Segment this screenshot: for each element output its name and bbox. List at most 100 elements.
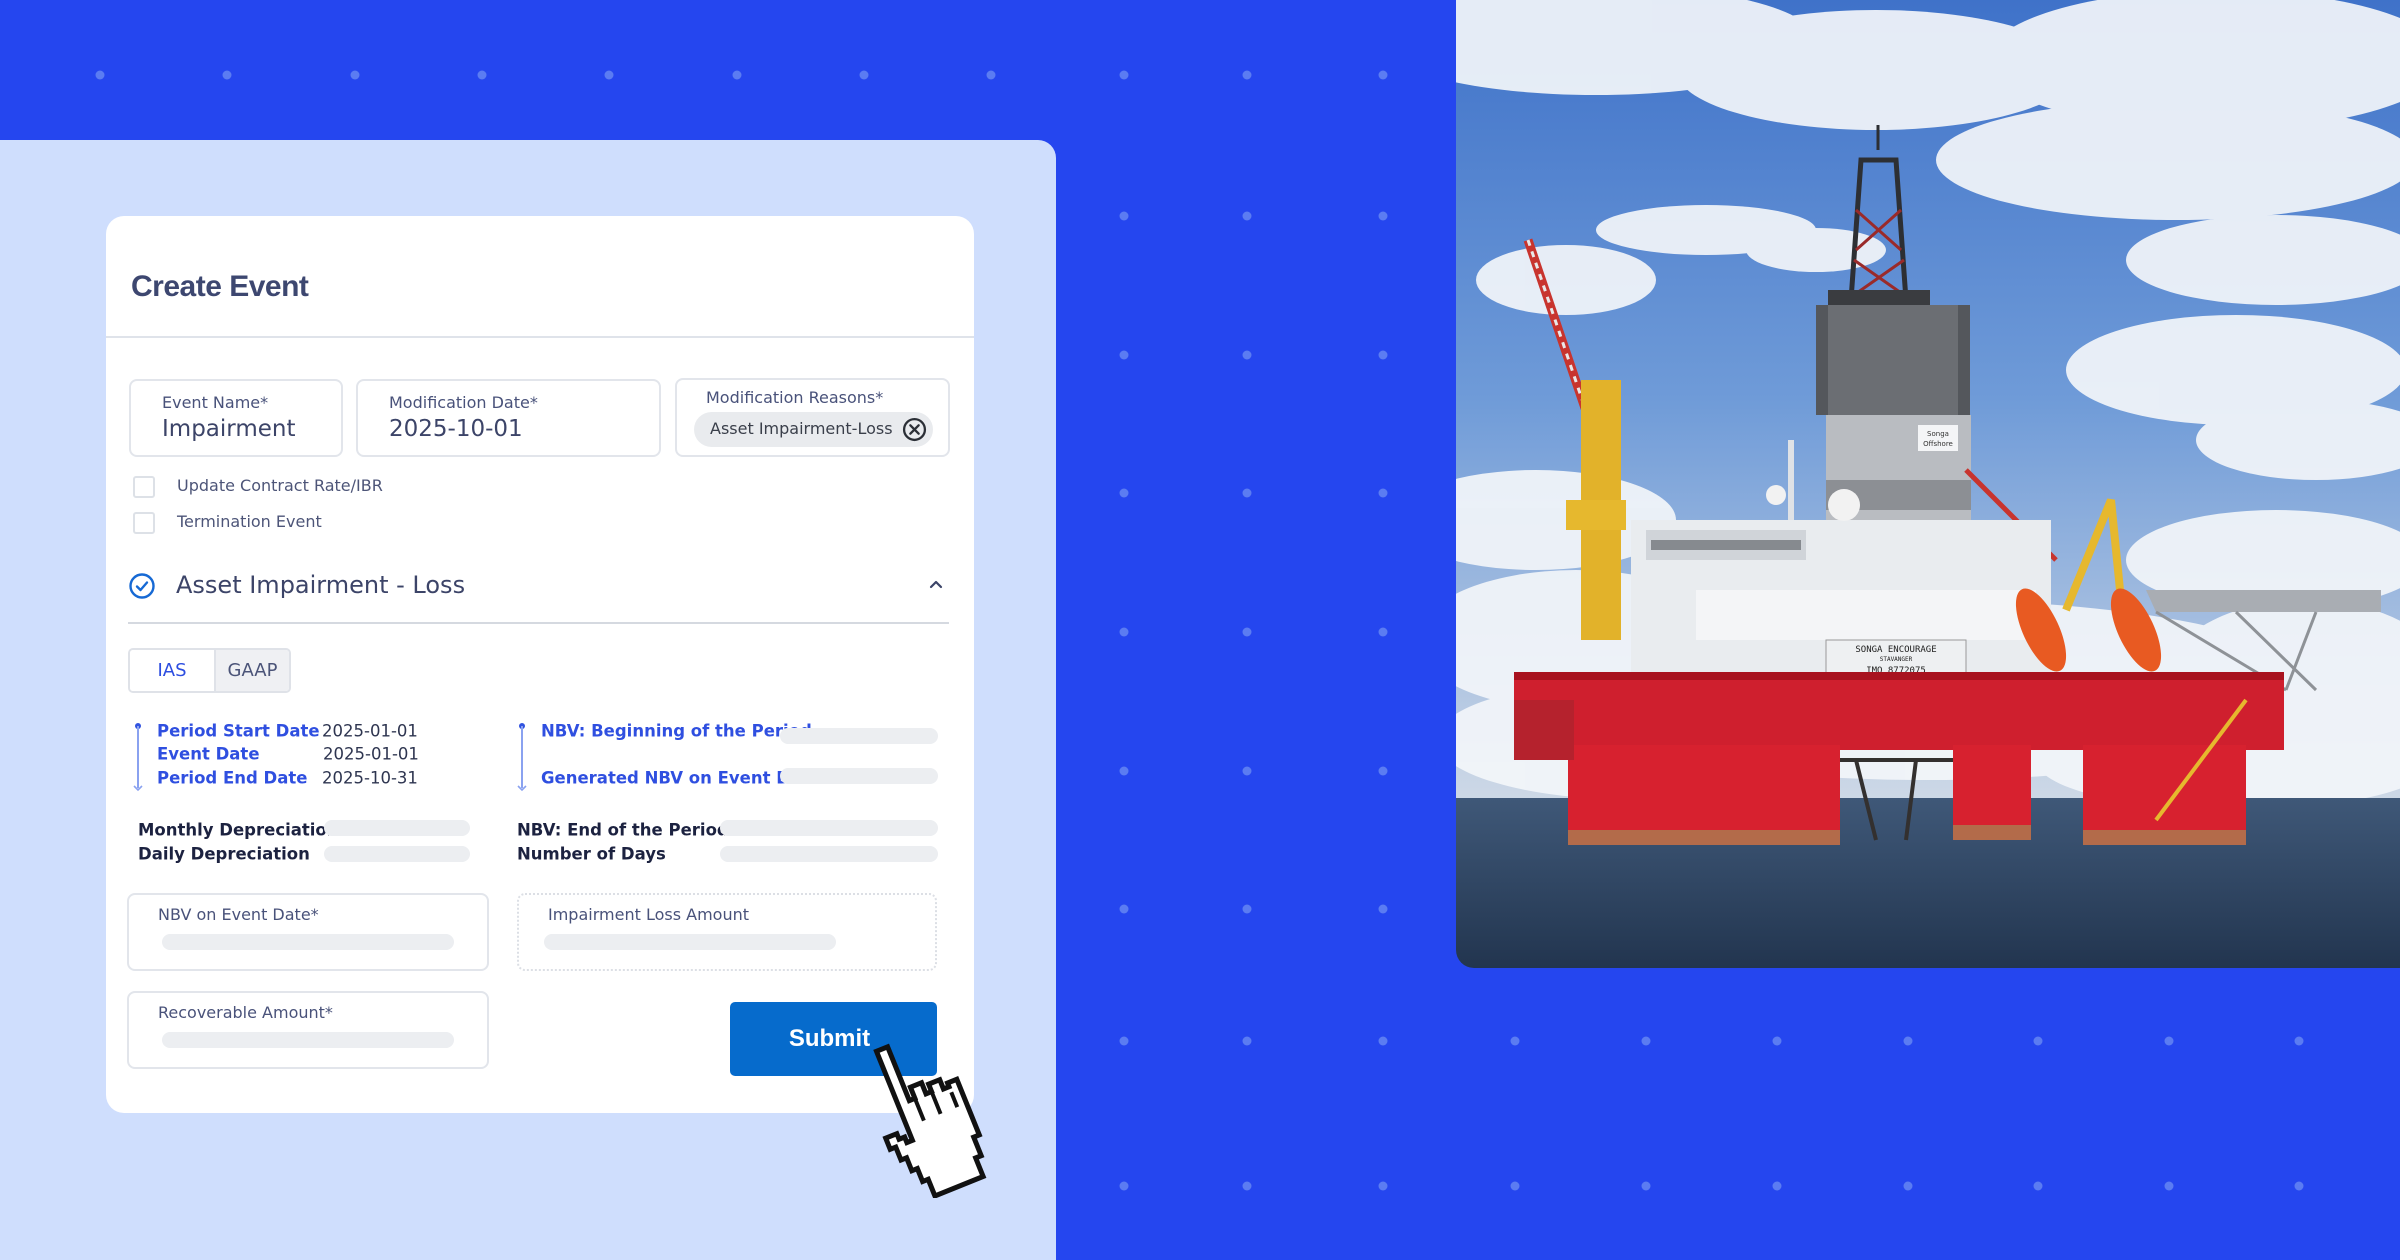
daily-depreciation-placeholder [324,846,470,862]
nbv-end-placeholder [720,820,938,836]
background-dot [95,70,105,80]
event-date-value: 2025-01-01 [323,744,419,764]
period-start-date-value: 2025-01-01 [322,721,418,741]
chevron-up-icon[interactable] [928,578,944,590]
nbv-on-event-date-input[interactable] [162,934,454,950]
background-dot [732,70,742,80]
background-dot [2033,1181,2043,1191]
modification-date-label: Modification Date* [389,393,538,412]
offshore-rig-photo: Songa Offshore SONGA ENCOURAGE STAVANGER… [1456,0,2400,968]
background-dot [350,70,360,80]
background-dot [1119,904,1129,914]
reason-chip-label: Asset Impairment-Loss [710,419,893,438]
hull-text-port: STAVANGER [1880,656,1913,663]
period-start-date-label: Period Start Date [157,721,320,741]
modification-reasons-label: Modification Reasons* [706,388,884,407]
tower-logo-line1: Songa [1927,430,1949,438]
background-dot [1378,766,1388,776]
event-name-value: Impairment [162,416,296,442]
background-dot [1242,1036,1252,1046]
create-event-card: Create Event Event Name* Impairment Modi… [106,216,974,1113]
hull-text-name: SONGA ENCOURAGE [1855,645,1936,655]
modification-date-field[interactable]: Modification Date* 2025-10-01 [356,379,661,457]
page-title: Create Event [131,270,309,303]
update-contract-rate-label: Update Contract Rate/IBR [177,476,383,495]
background-dot [1119,70,1129,80]
background-dot [1772,1036,1782,1046]
background-dot [1378,1181,1388,1191]
background-dot [1119,1181,1129,1191]
tab-ias[interactable]: IAS [130,650,216,691]
section-divider [128,622,949,624]
arrow-down-icon [133,785,143,792]
background-dot [604,70,614,80]
section-title: Asset Impairment - Loss [176,571,466,599]
recoverable-amount-field[interactable]: Recoverable Amount* [127,991,489,1069]
rig-illustration: Songa Offshore SONGA ENCOURAGE STAVANGER… [1456,0,2400,968]
background-dot [1119,211,1129,221]
background-dot [1378,70,1388,80]
nbv-end-label: NBV: End of the Period [517,820,729,840]
background-dot [1119,627,1129,637]
background-dot [1119,488,1129,498]
background-dot [1378,904,1388,914]
background-dot [1641,1036,1651,1046]
background-dot [1903,1181,1913,1191]
tower-logo-line2: Offshore [1923,440,1953,448]
background-dot [1378,488,1388,498]
background-dot [1242,904,1252,914]
monthly-depreciation-placeholder [324,820,470,836]
background-dot [859,70,869,80]
background-dot [1242,488,1252,498]
hand-pointer-icon [873,1043,987,1198]
impairment-loss-amount-value [544,934,836,950]
nbv-beginning-label: NBV: Beginning of the Period [541,721,812,741]
recoverable-amount-label: Recoverable Amount* [158,1003,333,1022]
monthly-depreciation-label: Monthly Depreciation [138,820,339,840]
event-name-label: Event Name* [162,393,269,412]
tab-gaap[interactable]: GAAP [216,650,289,691]
background-dot [1378,211,1388,221]
standards-toggle: IAS GAAP [128,648,291,693]
background-dot [1242,350,1252,360]
background-dot [1510,1036,1520,1046]
background-dot [2033,1036,2043,1046]
timeline-line [137,726,139,788]
remove-chip-icon[interactable] [902,417,927,442]
event-name-field[interactable]: Event Name* Impairment [129,379,343,457]
background-dot [1772,1181,1782,1191]
background-dot [1119,766,1129,776]
daily-depreciation-label: Daily Depreciation [138,844,310,864]
background-dot [2294,1181,2304,1191]
termination-event-label: Termination Event [177,512,322,531]
period-end-date-label: Period End Date [157,768,308,788]
termination-event-checkbox[interactable] [133,512,155,534]
background-dot [222,70,232,80]
recoverable-amount-input[interactable] [162,1032,454,1048]
update-contract-rate-checkbox[interactable] [133,476,155,498]
modification-date-value: 2025-10-01 [389,416,523,442]
background-dot [1510,1181,1520,1191]
generated-nbv-value-placeholder [780,768,938,784]
reason-chip: Asset Impairment-Loss [694,412,933,447]
nbv-on-event-date-label: NBV on Event Date* [158,905,319,924]
impairment-loss-amount-field: Impairment Loss Amount [517,893,937,971]
background-dot [1641,1181,1651,1191]
background-dot [986,70,996,80]
background-dot [2164,1036,2174,1046]
check-circle-icon [129,573,155,599]
nbv-beginning-value-placeholder [780,728,938,744]
nbv-on-event-date-field[interactable]: NBV on Event Date* [127,893,489,971]
background-dot [1242,1181,1252,1191]
background-dot [1378,627,1388,637]
background-dot [1242,627,1252,637]
period-end-date-value: 2025-10-31 [322,768,418,788]
background-dot [1903,1036,1913,1046]
modification-reasons-field[interactable]: Modification Reasons* Asset Impairment-L… [675,378,950,457]
background-dot [1378,1036,1388,1046]
background-dot [1242,766,1252,776]
background-dot [2294,1036,2304,1046]
timeline-line [521,726,523,788]
background-dot [1242,70,1252,80]
number-of-days-label: Number of Days [517,844,666,864]
